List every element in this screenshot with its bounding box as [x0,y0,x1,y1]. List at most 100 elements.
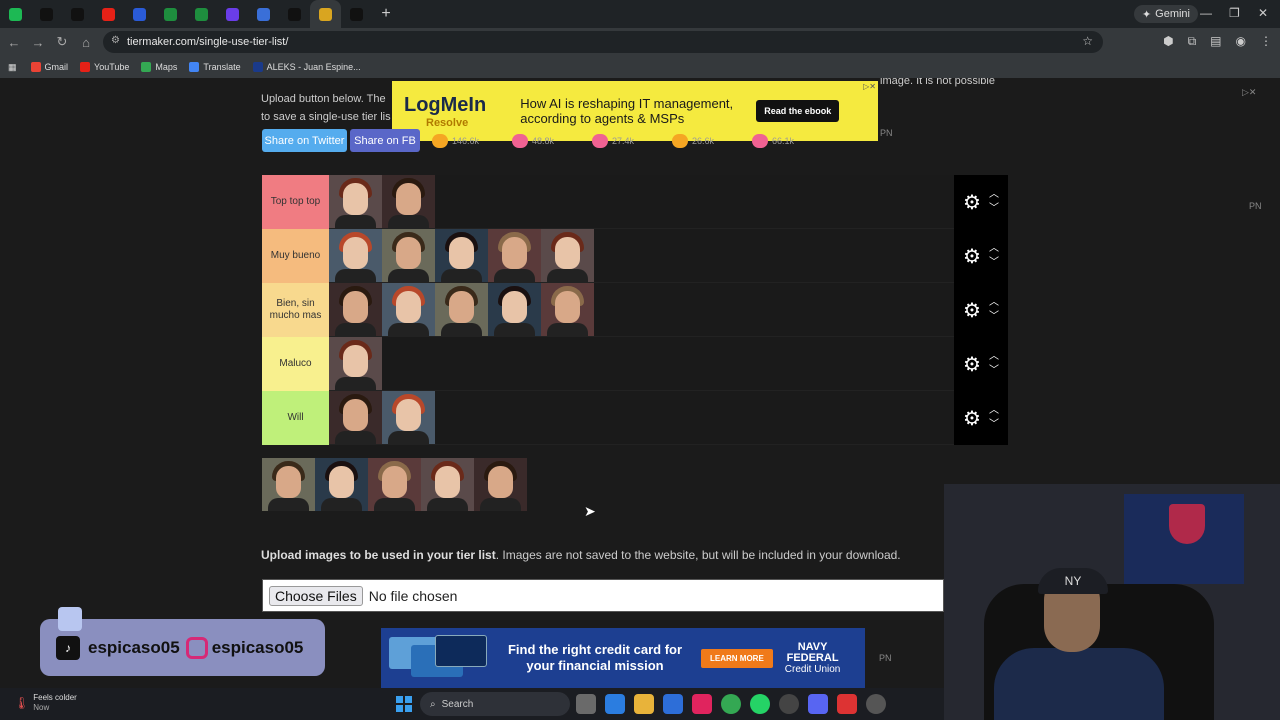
browser-tab[interactable] [310,0,341,28]
site-info-icon[interactable]: ⚙ [111,35,120,46]
settings-icon[interactable] [866,694,886,714]
move-down-icon[interactable]: ﹀ [989,204,999,214]
character-image[interactable] [541,283,594,336]
character-image[interactable] [488,283,541,336]
move-down-icon[interactable]: ﹀ [989,366,999,376]
tier-label[interactable]: Maluco [262,337,329,391]
weather-widget[interactable]: 🌡 Feels colder Now [14,693,77,713]
reaction-button[interactable]: 66.1k [752,134,814,148]
gear-icon[interactable]: ⚙ [963,406,981,431]
browser-tab[interactable] [62,0,93,28]
forward-icon[interactable]: → [26,35,50,50]
bookmark-item[interactable]: Gmail [30,62,68,72]
restore-icon[interactable]: ❐ [1229,6,1240,20]
browser-tab[interactable] [248,0,279,28]
character-image[interactable] [435,229,488,282]
bookmark-item[interactable]: YouTube [80,62,129,72]
reload-icon[interactable]: ↻ [50,34,74,50]
move-down-icon[interactable]: ﹀ [989,258,999,268]
puzzle-icon[interactable]: ⧉ [1188,34,1197,49]
choose-files-button[interactable]: Choose Files [269,585,363,606]
bookmark-star-icon[interactable]: ☆ [1082,34,1093,48]
whatsapp-icon[interactable] [750,694,770,714]
character-image[interactable] [382,391,435,444]
browser-tab[interactable] [124,0,155,28]
move-up-icon[interactable]: ︿ [989,352,999,362]
browser-tab[interactable] [0,0,31,28]
character-image[interactable] [382,283,435,336]
character-image[interactable] [488,229,541,282]
character-image[interactable] [262,458,315,511]
move-up-icon[interactable]: ︿ [989,244,999,254]
tier-label[interactable]: Top top top [262,175,329,229]
taskbar-search[interactable]: ⌕ Search [420,692,570,716]
discord-icon[interactable] [808,694,828,714]
reaction-button[interactable]: 146.6k [432,134,494,148]
windows-start-icon[interactable] [396,696,412,712]
apps-icon[interactable]: ▦ [8,62,17,73]
learn-more-button[interactable]: LEARN MORE [701,648,773,668]
browser-tab[interactable] [31,0,62,28]
minimize-icon[interactable]: — [1200,6,1212,20]
character-image[interactable] [315,458,368,511]
character-image[interactable] [541,229,594,282]
character-image[interactable] [382,175,435,228]
character-image[interactable] [421,458,474,511]
reaction-button[interactable]: 26.6k [672,134,734,148]
character-image[interactable] [435,283,488,336]
character-image[interactable] [474,458,527,511]
ad-banner-bottom[interactable]: Find the right credit card for your fina… [381,628,865,688]
tier-label[interactable]: Bien, sin mucho mas [262,283,329,337]
ad-banner-top[interactable]: LogMeIn Resolve How AI is reshaping IT m… [392,81,878,141]
bookmark-item[interactable]: ALEKS - Juan Espine... [252,62,361,72]
chrome-icon[interactable] [721,694,741,714]
character-image[interactable] [329,175,382,228]
back-icon[interactable]: ← [2,35,26,50]
move-down-icon[interactable]: ﹀ [989,312,999,322]
share-twitter-button[interactable]: Share on Twitter [262,129,347,152]
tier-items[interactable] [329,229,954,282]
browser-tab[interactable] [155,0,186,28]
gemini-button[interactable]: ✦ Gemini [1133,5,1198,23]
share-fb-button[interactable]: Share on FB [350,129,420,152]
ad-read-button[interactable]: Read the ebook [756,100,840,122]
tier-items[interactable] [329,337,954,390]
character-image[interactable] [329,391,382,444]
app-icon-red[interactable] [837,694,857,714]
new-tab-icon[interactable]: + [372,5,400,23]
steam-icon[interactable] [779,694,799,714]
bookmark-item[interactable]: Maps [141,62,177,72]
reaction-button[interactable]: 27.4k [592,134,654,148]
copilot-icon[interactable] [605,694,625,714]
home-icon[interactable]: ⌂ [74,35,98,50]
move-up-icon[interactable]: ︿ [989,190,999,200]
store-icon[interactable] [663,694,683,714]
character-image[interactable] [329,283,382,336]
browser-tab[interactable] [341,0,372,28]
browser-tab[interactable] [279,0,310,28]
menu-icon[interactable]: ⋮ [1260,34,1272,49]
character-image[interactable] [329,337,382,390]
file-input[interactable]: Choose Files No file chosen [262,579,944,612]
character-image[interactable] [329,229,382,282]
browser-tab[interactable] [217,0,248,28]
tier-items[interactable] [329,391,954,444]
adchoices-icon[interactable]: ▷✕ [1242,87,1256,98]
bookmark-item[interactable]: Translate [189,62,241,72]
ad-close-icon[interactable]: ▷✕ [863,82,876,91]
gear-icon[interactable]: ⚙ [963,352,981,377]
gear-icon[interactable]: ⚙ [963,190,981,215]
move-down-icon[interactable]: ﹀ [989,420,999,430]
tier-label[interactable]: Will [262,391,329,445]
gear-icon[interactable]: ⚙ [963,244,981,269]
browser-tab[interactable] [93,0,124,28]
tier-label[interactable]: Muy bueno [262,229,329,283]
move-up-icon[interactable]: ︿ [989,298,999,308]
tiktok-app-icon[interactable] [692,694,712,714]
sidepanel-icon[interactable]: ▤ [1210,34,1221,49]
character-image[interactable] [368,458,421,511]
gear-icon[interactable]: ⚙ [963,298,981,323]
file-explorer-icon[interactable] [634,694,654,714]
url-field[interactable]: ⚙ tiermaker.com/single-use-tier-list/ ☆ [103,31,1103,53]
tier-items[interactable] [329,283,954,336]
